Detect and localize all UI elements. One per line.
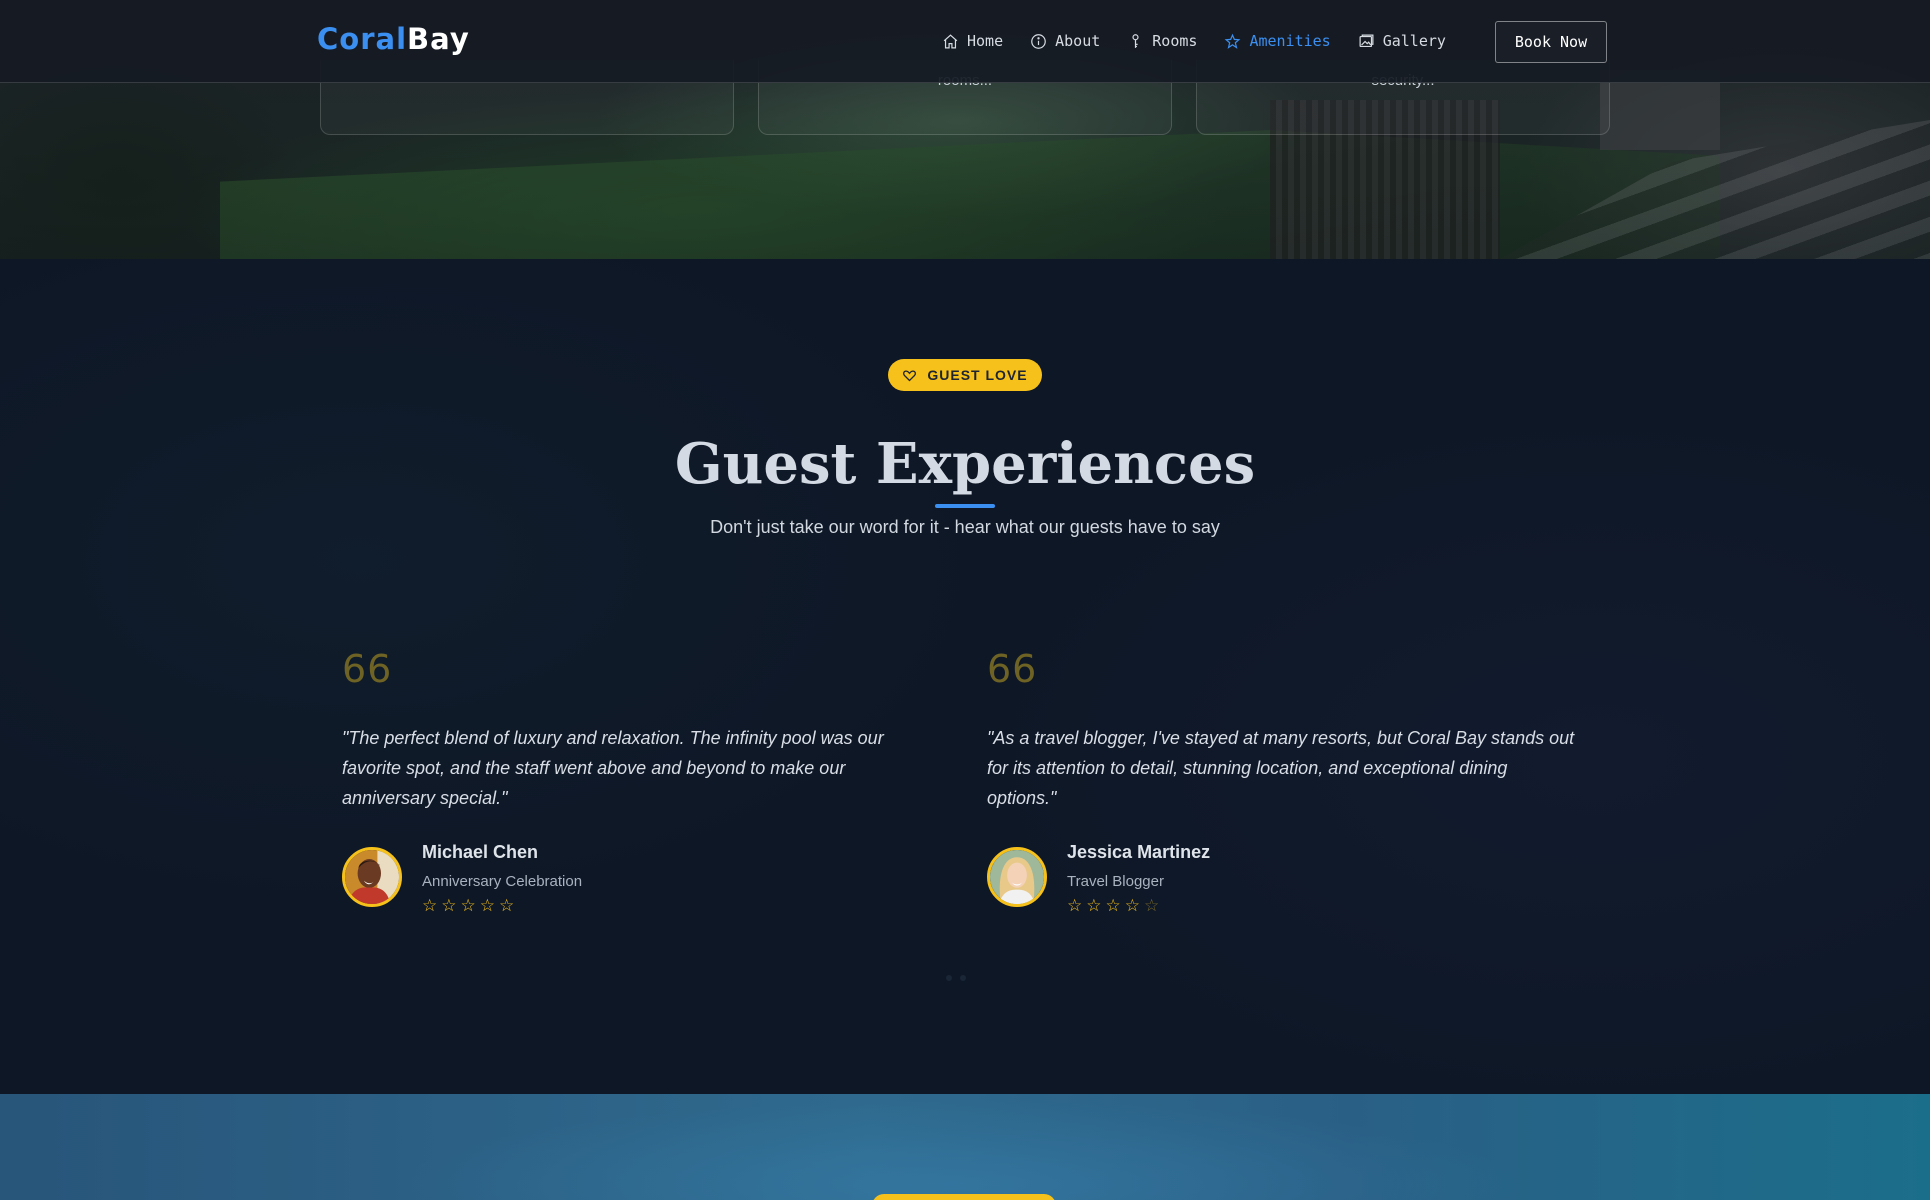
star-icon: ☆ [479, 896, 495, 915]
info-icon [1031, 33, 1046, 49]
star-icon: ☆ [1086, 896, 1102, 915]
reviewer-name: Jessica Martinez [1067, 842, 1211, 862]
review-card: 66 "As a travel blogger, I've stayed at … [987, 647, 1587, 927]
rating-stars: ☆ ☆ ☆ ☆ ☆ [1067, 897, 1159, 915]
rating-stars: ☆ ☆ ☆ ☆ ☆ [422, 897, 514, 915]
quote-icon: 66 [987, 647, 1038, 691]
star-icon: ☆ [422, 896, 438, 915]
section-subtitle: Don't just take our word for it - hear w… [710, 517, 1220, 537]
nav-item-gallery[interactable]: Gallery [1358, 32, 1446, 50]
carousel-dots [946, 975, 966, 981]
star-icon: ☆ [499, 896, 515, 915]
next-section-background [0, 1094, 1930, 1200]
badge-label: GUEST LOVE [927, 367, 1028, 383]
nav-item-amenities[interactable]: Amenities [1224, 32, 1331, 50]
quote-icon: 66 [342, 647, 393, 691]
guest-love-badge: GUEST LOVE [888, 359, 1042, 391]
nav-label-amenities: Amenities [1249, 32, 1331, 50]
nav-label-about: About [1055, 32, 1101, 50]
star-icon: ☆ [1144, 896, 1160, 915]
logo-part-bay: Bay [407, 22, 470, 56]
navbar: CoralBay Home About Rooms Amenities Gall… [0, 0, 1930, 83]
nav-label-home: Home [967, 32, 1004, 50]
nav-item-home[interactable]: Home [942, 32, 1003, 50]
avatar [987, 847, 1047, 907]
section-title: Guest Experiences [674, 431, 1256, 497]
logo[interactable]: CoralBay [317, 22, 470, 56]
carousel-dot[interactable] [960, 975, 966, 981]
reviewer-name: Michael Chen [422, 842, 539, 862]
review-text: "The perfect blend of luxury and relaxat… [342, 728, 884, 808]
heart-icon [903, 369, 917, 381]
nav-label-rooms: Rooms [1152, 32, 1198, 50]
key-icon [1132, 33, 1139, 48]
star-icon: ☆ [460, 896, 476, 915]
star-icon: ☆ [441, 896, 457, 915]
nav-item-rooms[interactable]: Rooms [1127, 32, 1197, 50]
nav-item-about[interactable]: About [1030, 32, 1100, 50]
testimonials-section: GUEST LOVE Guest Experiences Don't just … [0, 259, 1930, 1094]
star-icon: ☆ [1105, 896, 1121, 915]
review-text: "As a travel blogger, I've stayed at man… [987, 728, 1575, 808]
title-underline [935, 504, 995, 508]
avatar-image [345, 850, 399, 904]
nav-links: Home About Rooms Amenities Gallery [942, 28, 1473, 54]
image-icon [1359, 34, 1374, 47]
carousel-dot[interactable] [946, 975, 952, 981]
book-now-button[interactable]: Book Now [1495, 21, 1607, 63]
next-section-badge [872, 1194, 1056, 1200]
reviewer-role: Anniversary Celebration [422, 873, 583, 890]
star-icon [1225, 33, 1241, 49]
home-icon [943, 33, 958, 48]
reviewer-role: Travel Blogger [1067, 873, 1164, 890]
star-icon: ☆ [1067, 896, 1083, 915]
nav-label-gallery: Gallery [1382, 32, 1446, 50]
avatar [342, 847, 402, 907]
avatar-image [990, 850, 1044, 904]
star-icon: ☆ [1124, 896, 1140, 915]
logo-part-coral: Coral [317, 22, 408, 56]
review-card: 66 "The perfect blend of luxury and rela… [342, 647, 942, 927]
